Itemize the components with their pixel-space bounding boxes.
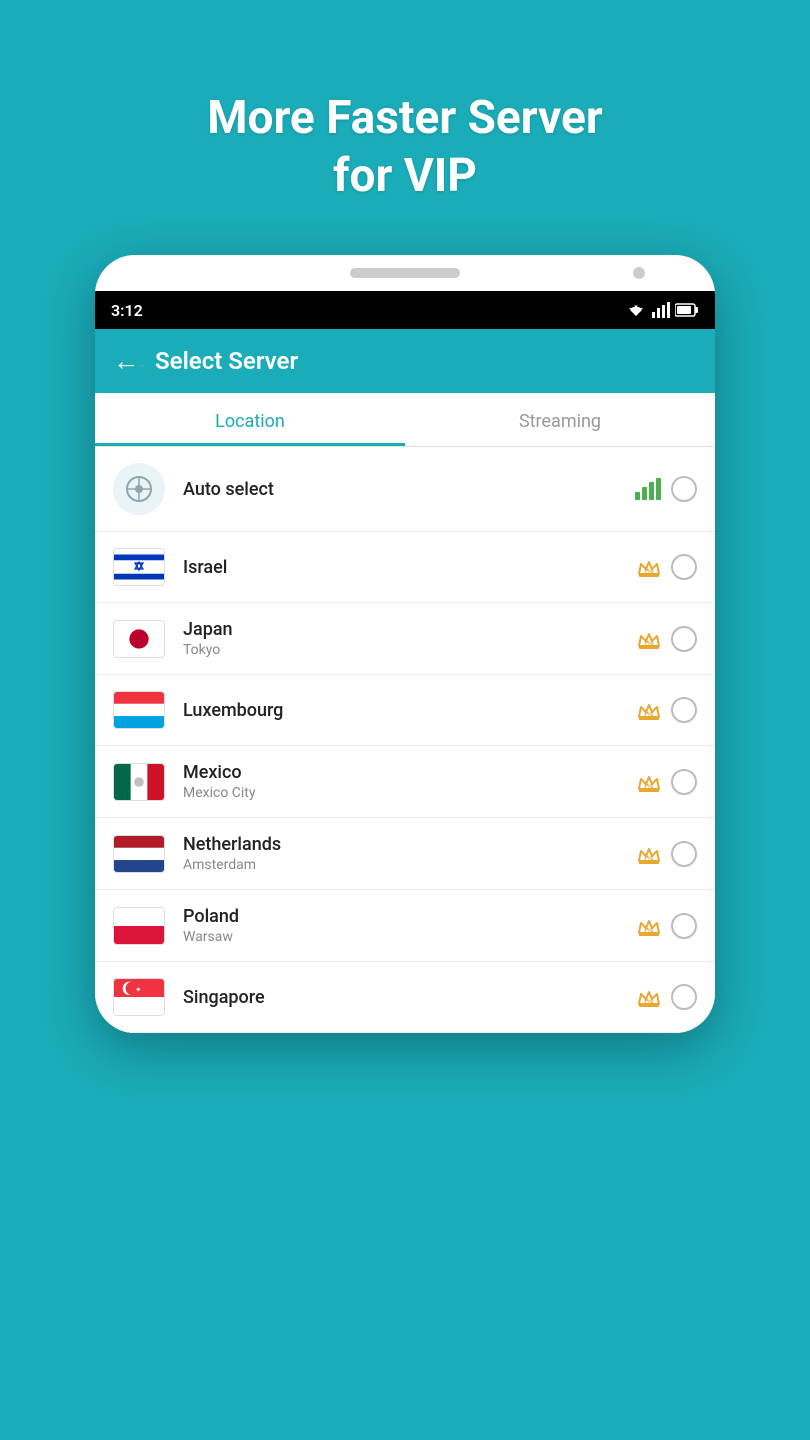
tab-streaming[interactable]: Streaming: [405, 393, 715, 446]
auto-select-icon: [113, 463, 165, 515]
tabs-bar: Location Streaming: [95, 393, 715, 447]
pro-badge-singapore: Pro: [637, 986, 661, 1008]
flag-japan: [113, 620, 165, 658]
server-item-japan[interactable]: Japan Tokyo Pro: [95, 603, 715, 675]
signal-icon: [652, 302, 670, 318]
server-info-singapore: Singapore: [183, 987, 637, 1008]
server-item-luxembourg[interactable]: Luxembourg Pro: [95, 675, 715, 746]
server-right-japan: Pro: [637, 626, 697, 652]
bar2: [642, 487, 647, 500]
crown-icon-netherlands: Pro: [637, 843, 661, 865]
crown-icon-israel: Pro: [637, 556, 661, 578]
bar3: [649, 482, 654, 500]
server-info-mexico: Mexico Mexico City: [183, 762, 637, 801]
server-right-netherlands: Pro: [637, 841, 697, 867]
server-city-poland: Warsaw: [183, 929, 637, 945]
server-name-japan: Japan: [183, 619, 637, 640]
server-name-luxembourg: Luxembourg: [183, 700, 637, 721]
server-city-mexico: Mexico City: [183, 785, 637, 801]
svg-text:Pro: Pro: [644, 855, 654, 862]
server-info-israel: Israel: [183, 557, 637, 578]
flag-poland: [113, 907, 165, 945]
server-item-auto[interactable]: Auto select: [95, 447, 715, 532]
server-right-poland: Pro: [637, 913, 697, 939]
svg-text:Pro: Pro: [644, 711, 654, 718]
promo-section: More Faster Serverfor VIP: [207, 0, 602, 255]
crown-icon-mexico: Pro: [637, 771, 661, 793]
server-item-poland[interactable]: Poland Warsaw Pro: [95, 890, 715, 962]
status-icons: [625, 302, 699, 318]
server-right-singapore: Pro: [637, 984, 697, 1010]
server-item-israel[interactable]: Israel Pro: [95, 532, 715, 603]
svg-text:✦: ✦: [135, 985, 142, 994]
server-city-japan: Tokyo: [183, 642, 637, 658]
svg-text:Pro: Pro: [644, 783, 654, 790]
pro-badge-poland: Pro: [637, 915, 661, 937]
pro-badge-japan: Pro: [637, 628, 661, 650]
radio-auto[interactable]: [671, 476, 697, 502]
pro-badge-mexico: Pro: [637, 771, 661, 793]
svg-text:Pro: Pro: [644, 640, 654, 647]
server-right-israel: Pro: [637, 554, 697, 580]
flag-netherlands: [113, 835, 165, 873]
radio-japan[interactable]: [671, 626, 697, 652]
server-info-poland: Poland Warsaw: [183, 906, 637, 945]
server-item-mexico[interactable]: Mexico Mexico City Pro: [95, 746, 715, 818]
server-item-netherlands[interactable]: Netherlands Amsterdam Pro: [95, 818, 715, 890]
header-title: Select Server: [155, 347, 298, 375]
battery-icon: [675, 303, 699, 317]
phone-mockup: 3:12 ← Sel: [95, 255, 715, 1033]
crown-icon-singapore: Pro: [637, 986, 661, 1008]
server-name-israel: Israel: [183, 557, 637, 578]
pro-badge-israel: Pro: [637, 556, 661, 578]
phone-speaker: [350, 268, 460, 278]
server-info-luxembourg: Luxembourg: [183, 700, 637, 721]
server-name-mexico: Mexico: [183, 762, 637, 783]
flag-israel: [113, 548, 165, 586]
server-info-japan: Japan Tokyo: [183, 619, 637, 658]
server-name-auto: Auto select: [183, 479, 635, 500]
server-info-netherlands: Netherlands Amsterdam: [183, 834, 637, 873]
app-header: ← Select Server: [95, 329, 715, 393]
crown-icon-poland: Pro: [637, 915, 661, 937]
promo-text: More Faster Serverfor VIP: [207, 90, 602, 205]
crown-icon-japan: Pro: [637, 628, 661, 650]
server-city-netherlands: Amsterdam: [183, 857, 637, 873]
svg-text:Pro: Pro: [644, 927, 654, 934]
tab-location[interactable]: Location: [95, 393, 405, 446]
back-button[interactable]: ←: [113, 346, 139, 377]
status-time: 3:12: [111, 301, 143, 320]
radio-poland[interactable]: [671, 913, 697, 939]
wifi-icon: [625, 302, 647, 318]
flag-singapore: ✦: [113, 978, 165, 1016]
phone-notch: [95, 255, 715, 291]
svg-text:Pro: Pro: [644, 998, 654, 1005]
server-name-singapore: Singapore: [183, 987, 637, 1008]
server-list: Auto select: [95, 447, 715, 1033]
radio-luxembourg[interactable]: [671, 697, 697, 723]
phone-camera: [633, 267, 645, 279]
server-item-singapore[interactable]: ✦ Singapore Pro: [95, 962, 715, 1033]
svg-text:Pro: Pro: [644, 568, 654, 575]
radio-israel[interactable]: [671, 554, 697, 580]
signal-bars: [635, 478, 661, 500]
bar1: [635, 492, 640, 500]
radio-netherlands[interactable]: [671, 841, 697, 867]
flag-luxembourg: [113, 691, 165, 729]
server-right-luxembourg: Pro: [637, 697, 697, 723]
server-name-netherlands: Netherlands: [183, 834, 637, 855]
status-bar: 3:12: [95, 291, 715, 329]
pro-badge-luxembourg: Pro: [637, 699, 661, 721]
flag-mexico: [113, 763, 165, 801]
server-info-auto: Auto select: [183, 479, 635, 500]
server-name-poland: Poland: [183, 906, 637, 927]
server-right-auto: [635, 476, 697, 502]
bar4: [656, 478, 661, 500]
pro-badge-netherlands: Pro: [637, 843, 661, 865]
crown-icon-luxembourg: Pro: [637, 699, 661, 721]
radio-mexico[interactable]: [671, 769, 697, 795]
server-right-mexico: Pro: [637, 769, 697, 795]
radio-singapore[interactable]: [671, 984, 697, 1010]
